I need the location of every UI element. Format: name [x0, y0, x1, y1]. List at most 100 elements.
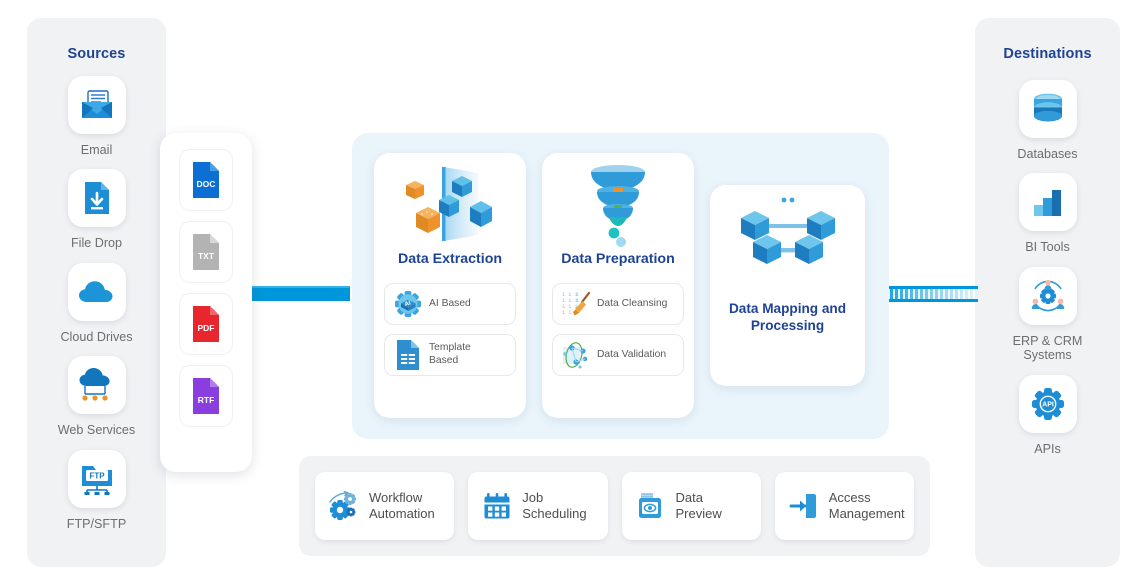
destination-label: BI Tools	[1025, 240, 1070, 255]
source-label: FTP/SFTP	[66, 516, 127, 531]
funnel-icon	[542, 153, 694, 249]
connector-line-bottom	[888, 299, 978, 302]
subcard-template-based[interactable]: Template Based	[384, 333, 516, 376]
molecule-validation-icon	[559, 338, 593, 372]
svg-text:API: API	[1042, 401, 1054, 408]
source-item-web-services[interactable]: Web Services	[27, 356, 166, 437]
feature-label: Data Preview	[675, 490, 722, 521]
destination-item-apis[interactable]: API APIs	[975, 374, 1120, 456]
destinations-panel: Destinations Databases BI Tools ERP & CR…	[975, 18, 1120, 567]
source-item-cloud-drives[interactable]: Cloud Drives	[27, 262, 166, 344]
feature-label: Access Management	[828, 490, 905, 521]
destination-label: APIs	[1034, 441, 1061, 456]
process-card-data-extraction[interactable]: Data Extraction AI AI Based Template Bas…	[374, 153, 526, 418]
document-eye-icon	[636, 491, 666, 521]
login-arrow-icon	[789, 491, 819, 521]
svg-text:DOC: DOC	[197, 179, 216, 189]
destinations-list: Databases BI Tools ERP & CRM Systems API…	[975, 80, 1120, 456]
broom-binary-icon: 1 1 1 1 1 1 1 1 1 1 1 1 1	[559, 287, 593, 321]
source-label: Email	[80, 143, 113, 157]
destinations-title: Destinations	[1003, 46, 1092, 62]
cloud-icon	[78, 279, 116, 305]
sources-panel: Sources Email File Drop Cloud Drives Web…	[27, 18, 166, 567]
subcard-label: Data Validation	[597, 348, 667, 360]
sources-title: Sources	[67, 46, 126, 62]
destination-item-databases[interactable]: Databases	[975, 80, 1120, 161]
source-label: File Drop	[70, 236, 123, 251]
file-type-pdf[interactable]: PDF	[160, 293, 252, 355]
destination-tile[interactable]	[1018, 173, 1077, 232]
subcard-data-validation[interactable]: Data Validation	[552, 333, 684, 376]
file-type-tile[interactable]: TXT	[179, 221, 233, 283]
subcard-label: Data Cleansing	[597, 297, 668, 309]
file-type-txt[interactable]: TXT	[160, 221, 252, 283]
feature-label: Workflow Automation	[369, 490, 435, 521]
web-services-icon	[78, 368, 116, 402]
file-types-card: DOC TXT PDF RTF	[160, 133, 252, 472]
source-label: Web Services	[57, 423, 136, 438]
connector-sources-to-process	[252, 286, 350, 301]
file-type-tile[interactable]: DOC	[179, 149, 233, 211]
bar-chart-icon	[1031, 187, 1065, 217]
destination-label: Databases	[1017, 147, 1078, 161]
cubes-through-filter-icon	[374, 153, 526, 249]
ai-chip-gear-icon: AI	[391, 287, 425, 321]
source-tile[interactable]: FTP	[67, 449, 126, 508]
process-card-title: Data Extraction	[397, 251, 503, 267]
subcard-data-cleansing[interactable]: 1 1 1 1 1 1 1 1 1 1 1 1 1 Data Cleansing	[552, 282, 684, 325]
file-type-doc[interactable]: DOC	[160, 149, 252, 211]
feature-workflow-automation[interactable]: Workflow Automation	[315, 472, 455, 540]
pdf-file-icon: PDF	[191, 305, 221, 343]
feature-bar: Workflow Automation Job Scheduling Data …	[299, 456, 930, 556]
doc-file-icon: DOC	[191, 161, 221, 199]
subcard-label: AI Based	[429, 297, 471, 309]
subcard-ai-based[interactable]: AI AI Based	[384, 282, 516, 325]
source-tile[interactable]	[67, 356, 126, 415]
source-item-email[interactable]: Email	[27, 76, 166, 157]
database-icon	[1030, 92, 1066, 126]
process-card-title: Data Mapping and Processing	[728, 301, 847, 333]
source-item-file-drop[interactable]: File Drop	[27, 169, 166, 250]
template-document-icon	[391, 338, 425, 372]
connector-stream	[888, 289, 978, 299]
process-subcard-list: 1 1 1 1 1 1 1 1 1 1 1 1 1 Data Cleansing…	[542, 282, 694, 376]
diagram-canvas: Sources Email File Drop Cloud Drives Web…	[0, 0, 1141, 585]
source-tile[interactable]	[67, 262, 126, 321]
file-type-tile[interactable]: RTF	[179, 365, 233, 427]
source-item-ftp[interactable]: FTP FTP/SFTP	[27, 449, 166, 531]
process-card-data-mapping[interactable]: Data Mapping and Processing	[710, 185, 865, 386]
erp-crm-icon	[1029, 279, 1067, 313]
source-label: Cloud Drives	[60, 329, 133, 344]
feature-label: Job Scheduling	[522, 490, 587, 521]
txt-file-icon: TXT	[191, 233, 221, 271]
file-type-rtf[interactable]: RTF	[160, 365, 252, 427]
rtf-file-icon: RTF	[191, 377, 221, 415]
api-gear-icon: API	[1030, 386, 1066, 422]
calendar-icon	[482, 491, 512, 521]
destination-tile[interactable]	[1018, 266, 1077, 325]
process-card-data-preparation[interactable]: Data Preparation 1 1 1 1 1 1 1 1 1 1 1 1…	[542, 153, 694, 418]
connector-process-to-destinations	[888, 286, 978, 302]
svg-text:FTP: FTP	[89, 471, 105, 480]
destination-tile[interactable]: API	[1018, 374, 1077, 433]
destination-item-erp-crm[interactable]: ERP & CRM Systems	[975, 266, 1120, 363]
feature-access-management[interactable]: Access Management	[774, 472, 914, 540]
feature-job-scheduling[interactable]: Job Scheduling	[468, 472, 608, 540]
email-icon	[80, 90, 114, 120]
processing-panel: Data Extraction AI AI Based Template Bas…	[352, 133, 889, 439]
svg-text:1 1: 1 1	[562, 310, 571, 316]
destination-item-bi-tools[interactable]: BI Tools	[975, 173, 1120, 254]
file-type-tile[interactable]: PDF	[179, 293, 233, 355]
ftp-icon: FTP	[79, 462, 115, 496]
destination-label: ERP & CRM Systems	[1012, 333, 1083, 363]
feature-data-preview[interactable]: Data Preview	[621, 472, 761, 540]
source-tile[interactable]	[67, 76, 126, 134]
destination-tile[interactable]	[1018, 80, 1077, 138]
gears-automation-icon	[329, 490, 359, 521]
source-tile[interactable]	[67, 169, 126, 228]
subcard-label: Template Based	[429, 342, 471, 366]
connected-cubes-icon	[710, 185, 865, 285]
process-subcard-list: AI AI Based Template Based	[374, 282, 526, 376]
file-drop-icon	[83, 181, 111, 215]
process-card-title: Data Preparation	[561, 251, 675, 267]
